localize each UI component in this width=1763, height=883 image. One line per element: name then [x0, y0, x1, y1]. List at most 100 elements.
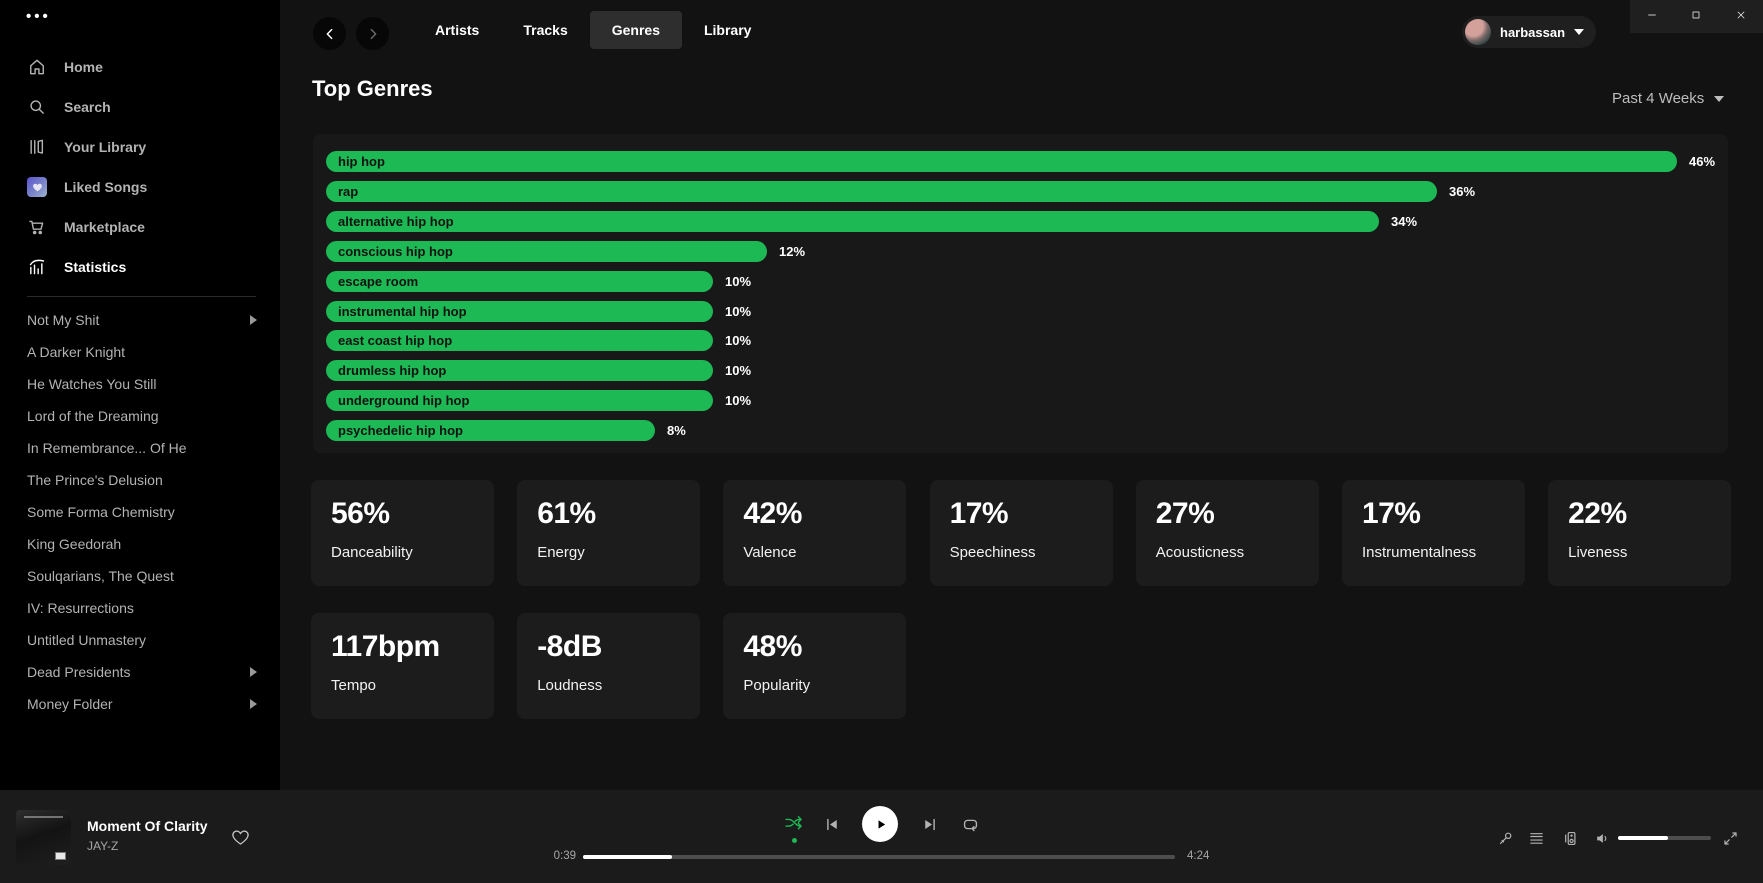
library-icon [27, 137, 47, 157]
page-title: Top Genres [312, 76, 433, 102]
genre-bar: hip hop [326, 151, 1677, 172]
stat-label: Danceability [331, 544, 474, 561]
stat-value: 56% [331, 497, 474, 531]
playlist-label: King Geedorah [27, 536, 257, 552]
playlist-item-a-darker-knight[interactable]: A Darker Knight [0, 336, 280, 368]
close-button[interactable] [1719, 0, 1763, 33]
sidebar: ••• HomeSearchYour Library Liked Songs Mar… [0, 0, 280, 790]
playlist-item-soulqarians-the-quest[interactable]: Soulqarians, The Quest [0, 560, 280, 592]
genre-bar-row: psychedelic hip hop8% [326, 420, 1716, 441]
fullscreen-button[interactable] [1722, 830, 1739, 847]
time-range-dropdown[interactable]: Past 4 Weeks [1612, 90, 1724, 107]
playlist-item-he-watches-you-still[interactable]: He Watches You Still [0, 368, 280, 400]
playlist-item-some-forma-chemistry[interactable]: Some Forma Chemistry [0, 496, 280, 528]
playlist-item-lord-of-the-dreaming[interactable]: Lord of the Dreaming [0, 400, 280, 432]
playlist-label: Dead Presidents [27, 664, 250, 680]
stat-value: 17% [1362, 497, 1505, 531]
tab-artists[interactable]: Artists [413, 11, 501, 49]
sidebar-item-home[interactable]: Home [0, 47, 280, 87]
track-artist[interactable]: JAY-Z [87, 839, 118, 853]
genre-bar: alternative hip hop [326, 211, 1379, 232]
stat-label: Acousticness [1156, 544, 1299, 561]
shuffle-button[interactable] [784, 814, 804, 834]
genre-percent: 10% [725, 390, 751, 411]
user-menu[interactable]: harbassan [1462, 16, 1596, 48]
playlist-label: A Darker Knight [27, 344, 257, 360]
search-icon [27, 97, 47, 117]
forward-button[interactable] [356, 17, 389, 50]
next-button[interactable] [921, 816, 938, 833]
genres-bar-chart: hip hop46% rap36% alternative hip hop 34% co… [313, 134, 1728, 453]
sidebar-item-liked-songs[interactable]: Liked Songs [0, 167, 280, 207]
playlist-item-money-folder[interactable]: Money Folder [0, 688, 280, 720]
genre-bar: psychedelic hip hop [326, 420, 655, 441]
time-range-label: Past 4 Weeks [1612, 90, 1704, 107]
genre-bar-row: escape room10% [326, 271, 1716, 292]
minimize-icon [1646, 8, 1658, 26]
track-title[interactable]: Moment Of Clarity [87, 818, 208, 834]
album-art[interactable] [16, 810, 71, 865]
playlist-label: Soulqarians, The Quest [27, 568, 257, 584]
expand-arrow-icon[interactable] [250, 315, 257, 325]
tab-tracks[interactable]: Tracks [501, 11, 589, 49]
genre-label: underground hip hop [338, 393, 469, 408]
album-art-detail [24, 816, 63, 818]
repeat-button[interactable] [961, 815, 980, 834]
playlist-item-king-geedorah[interactable]: King Geedorah [0, 528, 280, 560]
playlist-item-the-prince-s-delusion[interactable]: The Prince's Delusion [0, 464, 280, 496]
sidebar-divider [27, 296, 256, 297]
playlist-item-dead-presidents[interactable]: Dead Presidents [0, 656, 280, 688]
sidebar-item-statistics[interactable]: Statistics [0, 247, 280, 287]
queue-button[interactable] [1528, 830, 1545, 847]
playlist-item-untitled-unmastery[interactable]: Untitled Unmastery [0, 624, 280, 656]
genre-label: conscious hip hop [338, 244, 453, 259]
expand-arrow-icon[interactable] [250, 699, 257, 709]
expand-arrow-icon[interactable] [250, 667, 257, 677]
previous-button[interactable] [824, 816, 841, 833]
tab-genres[interactable]: Genres [590, 11, 682, 49]
stat-value: 48% [743, 630, 886, 664]
progress-bar[interactable] [583, 855, 1175, 859]
play-button[interactable] [862, 806, 898, 842]
genre-bar-row: hip hop46% [326, 151, 1716, 172]
stats-tabs: ArtistsTracksGenresLibrary [413, 11, 773, 49]
sidebar-item-your-library[interactable]: Your Library [0, 127, 280, 167]
fullscreen-icon [1722, 830, 1739, 847]
playlist-item-iv-resurrections[interactable]: IV: Resurrections [0, 592, 280, 624]
stat-card-acousticness: 27%Acousticness [1136, 480, 1319, 586]
stat-card-popularity: 48% Popularity [723, 613, 906, 719]
sidebar-item-label: Liked Songs [64, 179, 147, 195]
genre-bar: escape room [326, 271, 713, 292]
genre-bar-row: rap36% [326, 181, 1716, 202]
back-button[interactable] [313, 17, 346, 50]
devices-button[interactable] [1562, 830, 1579, 847]
liked-songs-icon [27, 177, 47, 197]
volume-button[interactable] [1594, 830, 1611, 847]
genre-bar-row: instrumental hip hop10% [326, 301, 1716, 322]
stat-card-tempo: 117bpmTempo [311, 613, 494, 719]
sidebar-item-search[interactable]: Search [0, 87, 280, 127]
chevron-left-icon [322, 26, 338, 42]
sidebar-item-marketplace[interactable]: Marketplace [0, 207, 280, 247]
chevron-right-icon [365, 26, 381, 42]
maximize-button[interactable] [1674, 0, 1718, 33]
stat-value: 22% [1568, 497, 1711, 531]
genre-percent: 34% [1391, 211, 1417, 232]
volume-slider[interactable] [1618, 836, 1711, 840]
app-menu-icon[interactable]: ••• [26, 8, 51, 25]
tab-library[interactable]: Library [682, 11, 773, 49]
stat-card-instrumentalness: 17%Instrumentalness [1342, 480, 1525, 586]
chevron-down-icon [1574, 29, 1584, 35]
genre-bar: rap [326, 181, 1437, 202]
playlist-item-in-remembrance-of-he[interactable]: In Remembrance... Of He [0, 432, 280, 464]
player-bar: Moment Of Clarity JAY-Z 0:39 4:24 [0, 790, 1763, 883]
minimize-button[interactable] [1630, 0, 1674, 33]
stat-label: Popularity [743, 677, 886, 694]
like-track-button[interactable] [231, 828, 250, 847]
genre-bar: conscious hip hop [326, 241, 767, 262]
playlist-item-not-my-shit[interactable]: Not My Shit [0, 304, 280, 336]
mic-button[interactable] [1497, 830, 1514, 847]
app-window: ••• HomeSearchYour Library Liked Songs Mar… [0, 0, 1763, 883]
progress-fill [583, 855, 672, 859]
sidebar-nav: HomeSearchYour Library Liked Songs Marketp… [0, 47, 280, 287]
